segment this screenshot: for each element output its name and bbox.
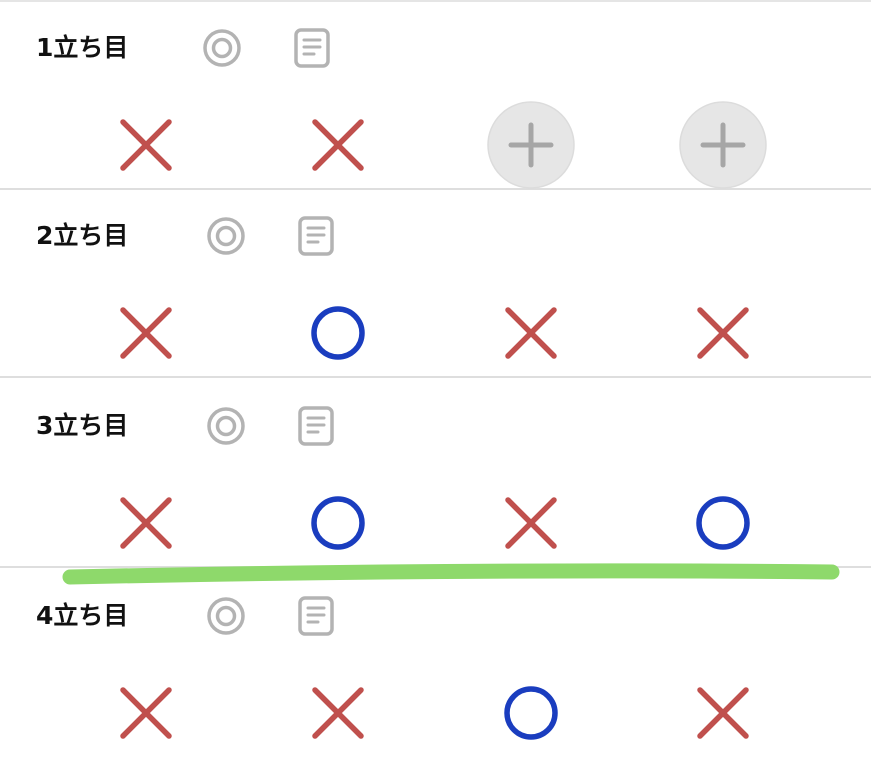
cross-icon: [697, 687, 749, 739]
cross-icon: [312, 687, 364, 739]
double-circle-icon[interactable]: [202, 28, 242, 68]
round-title: 1立ち目: [36, 33, 129, 62]
document-icon[interactable]: [292, 28, 332, 68]
result-cell[interactable]: [293, 288, 383, 378]
round-section-2: 2立ち目: [0, 190, 871, 378]
circle-icon: [696, 496, 750, 550]
double-circle-icon[interactable]: [206, 406, 246, 446]
round-title: 3立ち目: [36, 411, 129, 440]
add-result-button[interactable]: [678, 100, 768, 190]
result-cell[interactable]: [486, 288, 576, 378]
cross-icon: [312, 119, 364, 171]
result-cell[interactable]: [293, 668, 383, 758]
round-title: 4立ち目: [36, 601, 129, 630]
cross-icon: [120, 687, 172, 739]
result-cell[interactable]: [486, 668, 576, 758]
result-cell[interactable]: [678, 478, 768, 568]
plus-icon: [487, 101, 575, 189]
cross-icon: [120, 119, 172, 171]
cross-icon: [120, 497, 172, 549]
round-section-1: 1立ち目: [0, 2, 871, 190]
cross-icon: [505, 307, 557, 359]
round-section-4: 4立ち目: [0, 570, 871, 758]
result-cell[interactable]: [486, 478, 576, 568]
result-cell[interactable]: [101, 668, 191, 758]
round-section-3: 3立ち目: [0, 380, 871, 568]
cross-icon: [697, 307, 749, 359]
result-cell[interactable]: [101, 288, 191, 378]
document-icon[interactable]: [296, 216, 336, 256]
result-cell[interactable]: [678, 288, 768, 378]
double-circle-icon[interactable]: [206, 596, 246, 636]
result-cell[interactable]: [678, 668, 768, 758]
circle-icon: [311, 496, 365, 550]
document-icon[interactable]: [296, 596, 336, 636]
circle-icon: [504, 686, 558, 740]
circle-icon: [311, 306, 365, 360]
cross-icon: [120, 307, 172, 359]
add-result-button[interactable]: [486, 100, 576, 190]
result-cell[interactable]: [101, 478, 191, 568]
round-title: 2立ち目: [36, 221, 129, 250]
cross-icon: [505, 497, 557, 549]
result-cell[interactable]: [293, 478, 383, 568]
document-icon[interactable]: [296, 406, 336, 446]
plus-icon: [679, 101, 767, 189]
double-circle-icon[interactable]: [206, 216, 246, 256]
result-cell[interactable]: [293, 100, 383, 190]
result-cell[interactable]: [101, 100, 191, 190]
